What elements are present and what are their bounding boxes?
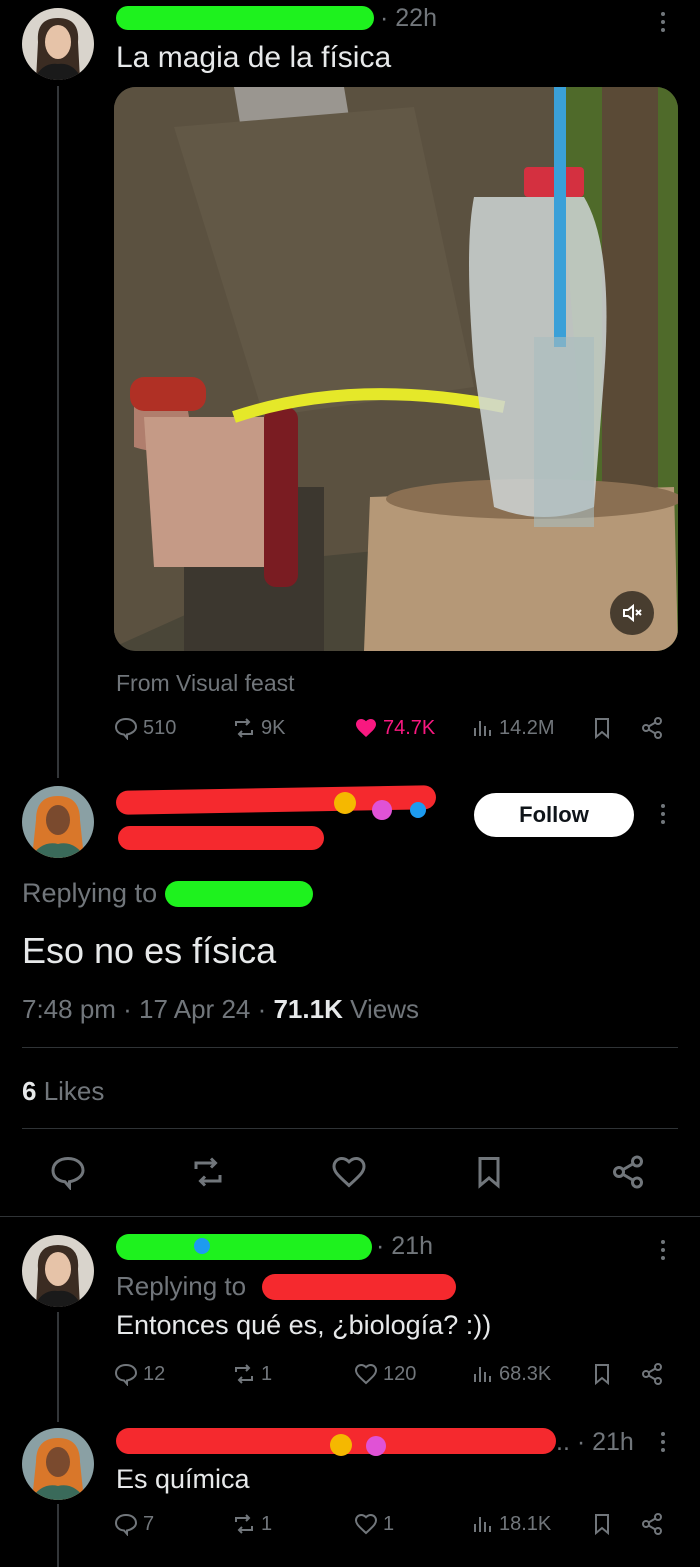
reply-button[interactable] <box>50 1154 86 1190</box>
avatar[interactable] <box>22 786 94 858</box>
verified-icon <box>194 1238 210 1254</box>
post-time: .. · 21h <box>556 1428 634 1456</box>
reply-icon <box>114 1363 138 1386</box>
repost-icon <box>235 1364 253 1384</box>
redacted-handle <box>118 826 324 850</box>
redacted-name <box>116 6 374 30</box>
replying-to: Replying to <box>22 878 158 908</box>
views-icon <box>474 1517 491 1532</box>
reply-button[interactable]: 510 <box>114 716 176 740</box>
emoji-decoration <box>334 792 356 814</box>
repost-button[interactable]: 9K <box>232 716 285 740</box>
thread-line <box>57 1504 59 1567</box>
media-source[interactable]: From Visual feast <box>116 670 295 697</box>
reply-text: Es química <box>116 1464 250 1494</box>
more-icon[interactable] <box>660 1240 666 1260</box>
share-button[interactable] <box>640 716 664 740</box>
more-icon[interactable] <box>660 804 666 824</box>
reply-text: Eso no es física <box>22 930 277 971</box>
reply-icon <box>114 717 138 740</box>
emoji-decoration <box>366 1436 386 1456</box>
like-button[interactable]: 74.7K <box>354 716 435 740</box>
bookmark-button[interactable] <box>471 1154 507 1190</box>
more-icon[interactable] <box>660 1432 666 1452</box>
post-time: · 21h <box>376 1232 433 1260</box>
bookmark-icon <box>478 1157 500 1189</box>
mute-icon[interactable] <box>610 591 654 635</box>
post-time: · 22h <box>380 4 437 32</box>
post-text: La magia de la física <box>116 41 392 74</box>
repost-icon <box>194 1157 222 1187</box>
views-button[interactable]: 68.3K <box>470 1362 551 1386</box>
avatar[interactable] <box>22 8 94 80</box>
repost-button[interactable]: 1 <box>232 1512 272 1536</box>
thread-line <box>57 1312 59 1422</box>
repost-button[interactable] <box>190 1154 226 1190</box>
share-button[interactable] <box>640 1512 664 1536</box>
share-button[interactable] <box>640 1362 664 1386</box>
replying-to: Replying to <box>116 1271 247 1301</box>
avatar[interactable] <box>22 1428 94 1500</box>
like-button[interactable]: 1 <box>354 1512 394 1536</box>
redacted-name <box>116 1234 372 1260</box>
reply-icon <box>114 1513 138 1536</box>
heart-icon <box>354 1513 378 1535</box>
bookmark-button[interactable] <box>590 1512 614 1536</box>
heart-icon <box>354 1363 378 1385</box>
share-button[interactable] <box>610 1154 646 1190</box>
reply-icon <box>51 1156 85 1190</box>
repost-icon <box>235 718 253 738</box>
views-icon <box>474 1367 491 1382</box>
share-icon <box>613 1155 643 1189</box>
share-icon <box>642 717 662 739</box>
emoji-decoration <box>330 1434 352 1456</box>
repost-button[interactable]: 1 <box>232 1362 272 1386</box>
verified-icon <box>410 802 426 818</box>
likes-count[interactable]: 6 Likes <box>22 1076 104 1107</box>
avatar[interactable] <box>22 1235 94 1307</box>
views-icon <box>474 721 491 736</box>
views-button[interactable]: 18.1K <box>470 1512 551 1536</box>
bookmark-button[interactable] <box>590 716 614 740</box>
like-button[interactable] <box>331 1154 367 1190</box>
more-icon[interactable] <box>660 12 666 32</box>
like-button[interactable]: 120 <box>354 1362 416 1386</box>
repost-icon <box>235 1514 253 1534</box>
reply-button[interactable]: 7 <box>114 1512 154 1536</box>
divider <box>22 1128 678 1129</box>
bookmark-button[interactable] <box>590 1362 614 1386</box>
divider <box>22 1047 678 1048</box>
share-icon <box>642 1363 662 1385</box>
bookmark-icon <box>595 1364 609 1386</box>
video-media[interactable] <box>114 87 678 651</box>
reply-button[interactable]: 12 <box>114 1362 165 1386</box>
views-button[interactable]: 14.2M <box>470 716 555 740</box>
bookmark-icon <box>595 718 609 740</box>
bookmark-icon <box>595 1514 609 1536</box>
reply-text: Entonces qué es, ¿biología? :)) <box>116 1310 492 1340</box>
post-meta: 7:48 pm · 17 Apr 24 · 71.1K Views <box>22 994 419 1024</box>
share-icon <box>642 1513 662 1535</box>
heart-icon <box>356 719 376 737</box>
follow-button[interactable]: Follow <box>474 793 634 837</box>
thread-line <box>57 86 59 778</box>
divider <box>0 1216 700 1217</box>
heart-icon <box>332 1156 366 1188</box>
emoji-decoration <box>372 800 392 820</box>
redacted-mention[interactable] <box>165 881 313 907</box>
redacted-mention[interactable] <box>262 1274 456 1300</box>
